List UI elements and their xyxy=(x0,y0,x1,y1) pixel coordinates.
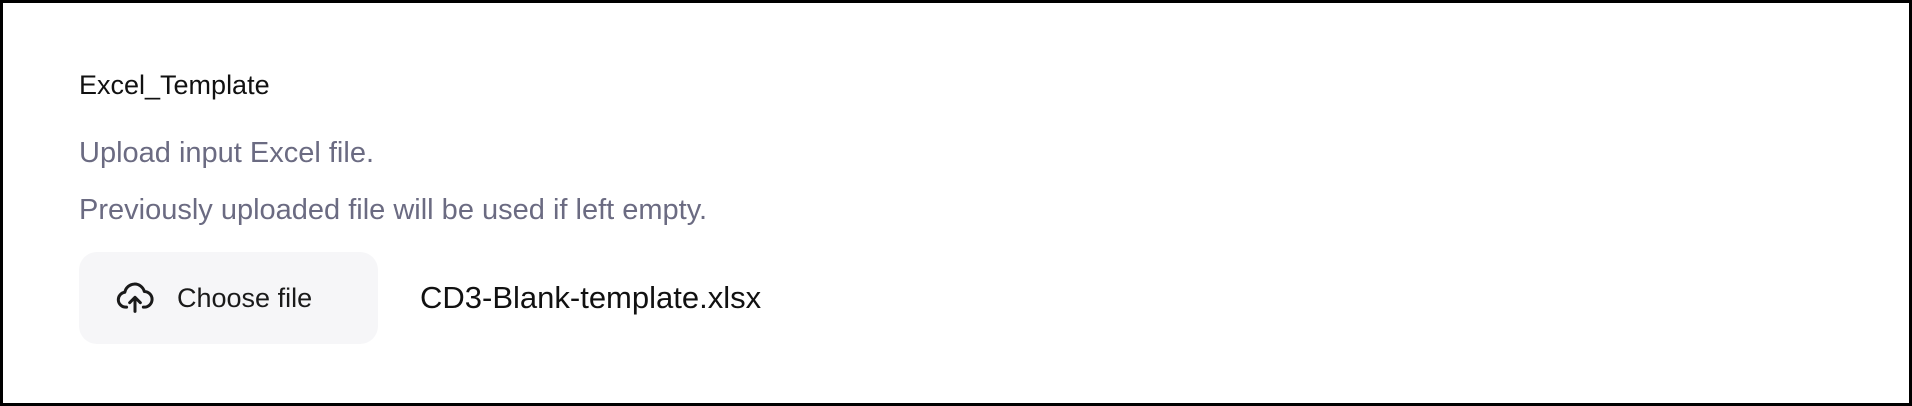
help-text-upload: Upload input Excel file. xyxy=(79,137,374,169)
help-text-previous-file: Previously uploaded file will be used if… xyxy=(79,194,708,226)
excel-template-field: Excel_Template Upload input Excel file. … xyxy=(79,65,1869,344)
cloud-upload-icon xyxy=(115,278,155,318)
field-title: Excel_Template xyxy=(79,70,270,100)
file-upload-panel: Excel_Template Upload input Excel file. … xyxy=(0,0,1912,406)
choose-file-button[interactable]: Choose file xyxy=(79,252,378,344)
selected-file-name: CD3-Blank-template.xlsx xyxy=(420,280,762,315)
choose-file-label: Choose file xyxy=(177,282,313,313)
file-input-row: Choose file CD3-Blank-template.xlsx xyxy=(79,252,1869,344)
